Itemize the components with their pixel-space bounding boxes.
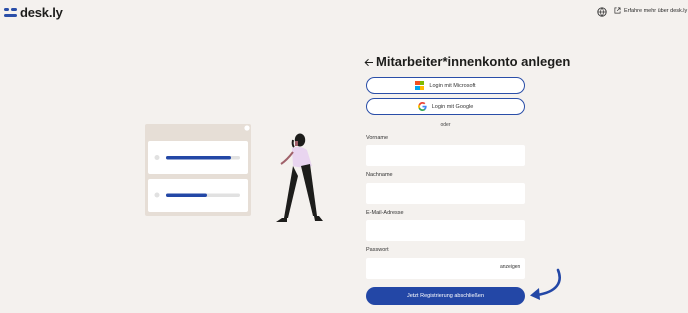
last-name-field[interactable]: [366, 183, 525, 204]
email-label: E-Mail-Adresse: [366, 210, 404, 216]
google-login-label: Login mit Google: [431, 103, 474, 110]
microsoft-login-label: Login mit Microsoft: [429, 82, 476, 89]
google-login-button[interactable]: Login mit Google: [366, 98, 525, 115]
illustration: [145, 124, 323, 222]
email-field[interactable]: [366, 220, 525, 241]
first-name-field[interactable]: [366, 145, 525, 166]
divider-label: oder: [440, 122, 451, 128]
external-link-icon: [614, 7, 621, 14]
globe-icon[interactable]: [597, 7, 607, 17]
learn-more-label: Erfahre mehr über desk.ly: [624, 7, 688, 14]
show-password-toggle[interactable]: anzeigen: [500, 264, 520, 270]
logo[interactable]: desk.ly: [4, 4, 63, 20]
first-name-label: Vorname: [366, 135, 389, 141]
last-name-label: Nachname: [366, 172, 393, 178]
logo-text: desk.ly: [20, 4, 63, 20]
page-title: Mitarbeiter*innenkonto anlegen: [376, 54, 571, 69]
arrow-left-icon[interactable]: [364, 58, 374, 67]
submit-registration-button[interactable]: Jetzt Registrierung abschließen: [366, 287, 525, 305]
logo-icon: [4, 7, 17, 17]
learn-more-link[interactable]: Erfahre mehr über desk.ly: [614, 7, 687, 14]
google-icon: [417, 102, 427, 111]
microsoft-icon: [415, 81, 425, 90]
password-label: Passwort: [366, 247, 389, 253]
pointer-arrow-icon: [530, 268, 561, 300]
microsoft-login-button[interactable]: Login mit Microsoft: [366, 77, 525, 94]
